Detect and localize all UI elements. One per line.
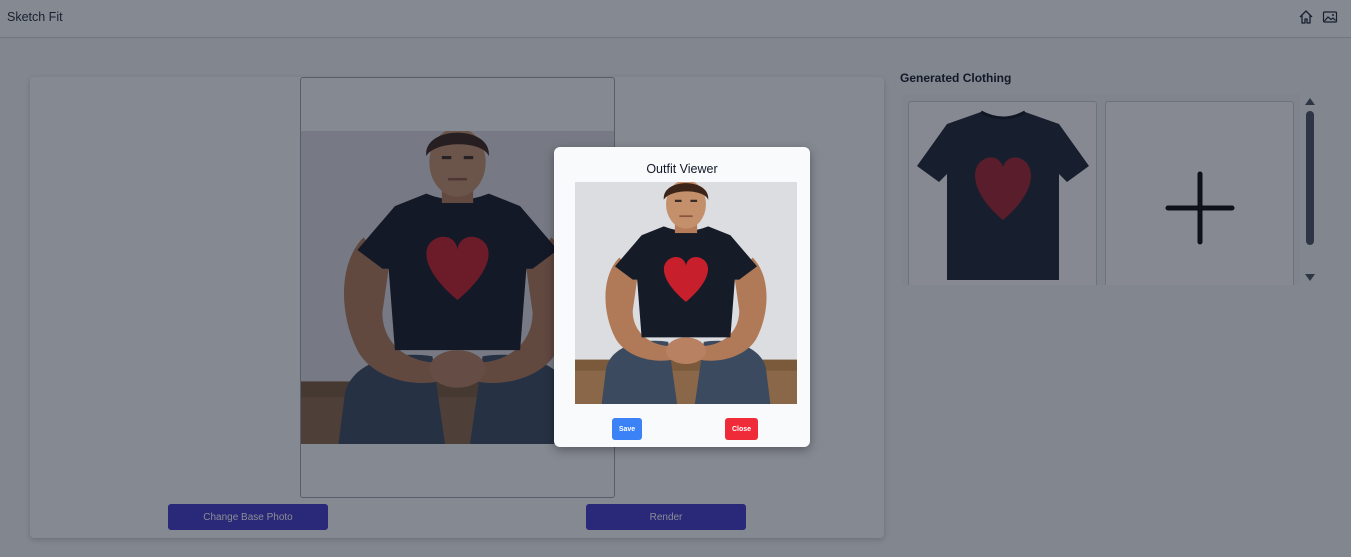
outfit-viewer-modal: Outfit Viewer Save Close [554, 147, 810, 447]
modal-title: Outfit Viewer [646, 162, 718, 176]
outfit-preview-image [575, 182, 797, 404]
close-button[interactable]: Close [725, 418, 758, 440]
save-button[interactable]: Save [612, 418, 642, 440]
